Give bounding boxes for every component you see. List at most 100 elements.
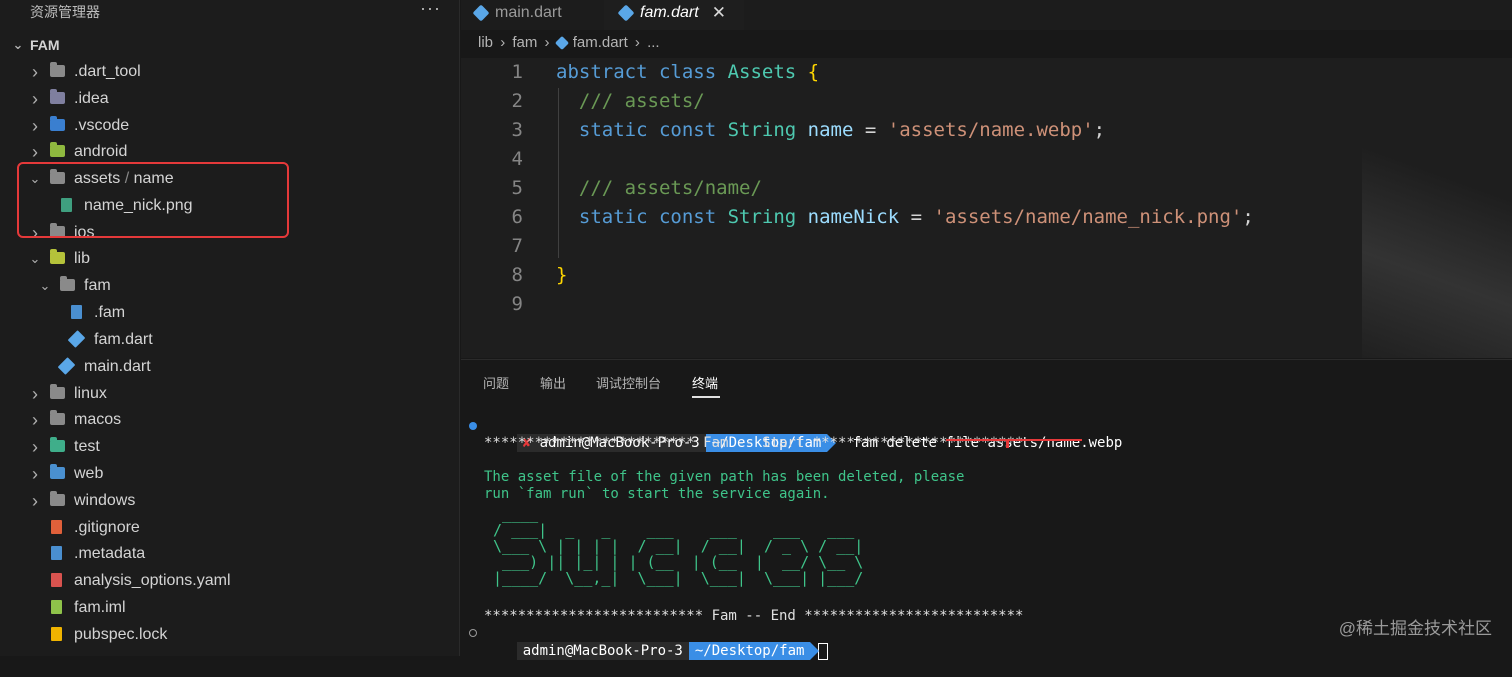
- tree-item[interactable]: main.dart: [0, 354, 459, 380]
- code-token: =: [910, 206, 934, 228]
- tree-item[interactable]: analysis_options.yaml: [0, 568, 459, 594]
- test-folder-icon: [50, 437, 65, 452]
- tree-item[interactable]: › test: [0, 434, 459, 460]
- tree-item[interactable]: › linux: [0, 381, 459, 407]
- tree-item[interactable]: › web: [0, 461, 459, 487]
- code-text: abstract class Assets {: [556, 58, 819, 87]
- line-number: 7: [511, 235, 523, 257]
- tree-item[interactable]: fam.iml: [0, 595, 459, 621]
- dart-icon: [554, 35, 569, 51]
- tree-item-label: .fam: [94, 304, 126, 321]
- tree-item-label: test: [74, 438, 100, 455]
- breadcrumb: lib › fam › fam.dart › ...: [478, 34, 663, 58]
- tree-item[interactable]: ⌄ lib: [0, 246, 459, 272]
- tab-terminal[interactable]: 终端: [692, 373, 718, 392]
- tree-item[interactable]: › macos: [0, 407, 459, 433]
- tree-item-label: .metadata: [74, 545, 146, 562]
- terminal-cursor: [818, 642, 829, 660]
- tab-fam-dart[interactable]: fam.dart ✕: [604, 0, 744, 30]
- folder-icon: [50, 384, 65, 399]
- android-folder-icon: [50, 142, 65, 157]
- code-token: static: [556, 206, 659, 228]
- chevron-down-icon: ⌄: [12, 37, 24, 52]
- dart-icon: [617, 4, 635, 22]
- more-actions-icon[interactable]: ···: [420, 0, 441, 19]
- command-pending-dot-icon: [469, 629, 477, 637]
- line-number: 8: [511, 264, 523, 286]
- line-number: 1: [511, 61, 523, 83]
- tree-item-label: fam.iml: [74, 599, 126, 616]
- breadcrumb-ellipsis[interactable]: ...: [647, 34, 660, 51]
- close-icon[interactable]: ✕: [712, 0, 726, 26]
- lock-file-icon: [51, 627, 62, 641]
- tab-problems[interactable]: 问题: [483, 373, 509, 392]
- code-token: class: [658, 61, 728, 83]
- chevron-down-icon: ⌄: [39, 278, 51, 293]
- chevron-right-icon: ›: [500, 34, 506, 51]
- tree-item[interactable]: .fam: [0, 300, 459, 326]
- breadcrumb-fam-dart[interactable]: fam.dart: [573, 34, 628, 51]
- terminal-message-1: The asset file of the given path has bee…: [484, 469, 965, 485]
- tree-item[interactable]: pubspec.lock: [0, 622, 459, 648]
- lib-folder-icon: [50, 249, 65, 264]
- tree-item-label: analysis_options.yaml: [74, 572, 231, 589]
- chevron-right-icon: ›: [32, 464, 38, 484]
- code-token: 'assets/name.webp': [887, 119, 1094, 141]
- code-token: }: [556, 264, 568, 286]
- code-editor[interactable]: 1 abstract class Assets {2 /// assets/3 s…: [461, 58, 1512, 358]
- tab-debug-console[interactable]: 调试控制台: [596, 373, 661, 392]
- fam-start-line: ************************* Fam -- Start *…: [484, 435, 1024, 451]
- tab-label: main.dart: [495, 4, 562, 21]
- dart-file-icon: [67, 330, 86, 348]
- prompt-path: ~/Desktop/fam: [688, 642, 820, 660]
- ascii-art-line: ___) || |_| | | (__ | (__ | __/ \__ \: [484, 553, 864, 571]
- terminal-prompt-2[interactable]: admin@MacBook-Pro-3 ~/Desktop/fam: [483, 625, 829, 677]
- code-line: 4: [461, 145, 1512, 174]
- code-token: =: [864, 119, 888, 141]
- code-token: /// assets/: [556, 90, 705, 112]
- tree-item[interactable]: fam.dart: [0, 327, 459, 353]
- editor-tabs: main.dart fam.dart ✕: [461, 0, 1512, 30]
- tree-item-label: .dart_tool: [74, 63, 141, 80]
- tree-item-label: .gitignore: [74, 519, 140, 536]
- tree-item[interactable]: › .idea: [0, 86, 459, 112]
- tree-item-label: macos: [74, 411, 122, 428]
- tree-item-label: fam.dart: [94, 331, 153, 348]
- tree-item-label: lib: [74, 250, 91, 267]
- tree-item[interactable]: › .vscode: [0, 113, 459, 139]
- tab-output[interactable]: 输出: [540, 373, 566, 392]
- tree-item[interactable]: ⌄ fam: [0, 273, 459, 299]
- breadcrumb-fam[interactable]: fam: [512, 34, 537, 51]
- chevron-right-icon: ›: [32, 491, 38, 511]
- code-line: 5 /// assets/name/: [461, 174, 1512, 203]
- explorer-title: 资源管理器: [30, 4, 100, 20]
- code-line: 8}: [461, 261, 1512, 290]
- code-token: abstract: [556, 61, 659, 83]
- breadcrumb-lib[interactable]: lib: [478, 34, 493, 51]
- chevron-right-icon: ›: [32, 384, 38, 404]
- tree-root-fam[interactable]: ⌄ FAM: [0, 32, 459, 58]
- tree-item[interactable]: › windows: [0, 488, 459, 514]
- code-text: /// assets/: [556, 87, 705, 116]
- open-folder-icon: [60, 276, 75, 291]
- tab-main-dart[interactable]: main.dart: [461, 0, 604, 30]
- line-number: 5: [511, 177, 523, 199]
- code-token: const: [658, 206, 728, 228]
- line-number: 3: [511, 119, 523, 141]
- chevron-right-icon: ›: [32, 116, 38, 136]
- code-token: static: [556, 119, 659, 141]
- tree-item[interactable]: .metadata: [0, 541, 459, 567]
- indent-guide: [558, 88, 559, 258]
- chevron-right-icon: ›: [32, 62, 38, 82]
- code-token: {: [807, 61, 820, 83]
- tree-item-label: linux: [74, 385, 107, 402]
- tree-item[interactable]: › .dart_tool: [0, 59, 459, 85]
- terminal-message-2: run `fam run` to start the service again…: [484, 486, 830, 502]
- code-token: /// assets/name/: [556, 177, 762, 199]
- code-token: 'assets/name/name_nick.png': [933, 206, 1243, 228]
- tree-item-label: main.dart: [84, 358, 151, 375]
- folder-icon: [50, 491, 65, 506]
- tree-item[interactable]: .gitignore: [0, 515, 459, 541]
- code-line: 7: [461, 232, 1512, 261]
- folder-icon: [50, 62, 65, 77]
